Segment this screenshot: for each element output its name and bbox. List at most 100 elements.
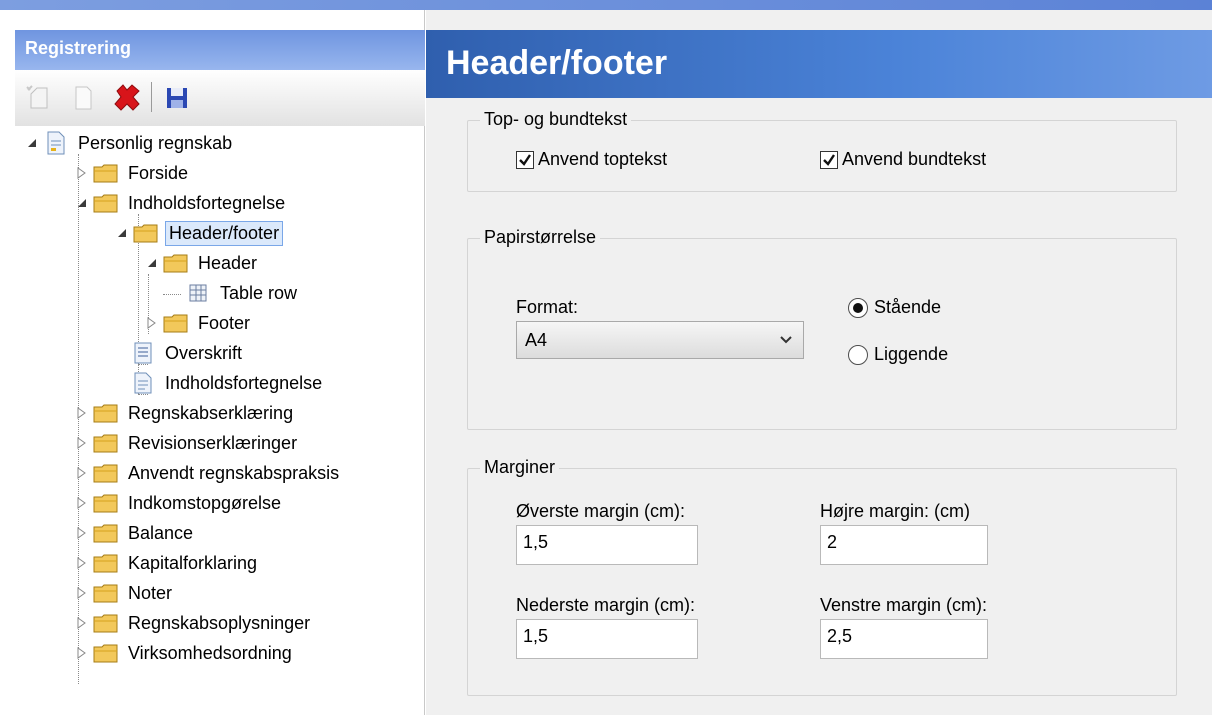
settings-panel: Header/footer Top- og bundtekst Anvend t… [426, 10, 1212, 715]
collapsed-arrow-icon[interactable] [75, 616, 89, 630]
tree-node-noter[interactable]: Noter [75, 578, 175, 608]
collapsed-arrow-icon[interactable] [75, 646, 89, 660]
paper-size-group: Papirstørrelse Format: A4 Stående Liggen… [467, 227, 1177, 430]
tree-node-label: Balance [128, 522, 194, 543]
folder-icon [93, 642, 119, 664]
tree-node-kapitalforklaring[interactable]: Kapitalforklaring [75, 548, 260, 578]
group-legend: Top- og bundtekst [480, 109, 632, 130]
collapsed-arrow-icon[interactable] [75, 406, 89, 420]
collapsed-arrow-icon[interactable] [75, 586, 89, 600]
folder-icon [93, 462, 119, 484]
radio-label: Stående [874, 297, 942, 317]
tree-node-revisionserklaeringer[interactable]: Revisionserklæringer [75, 428, 300, 458]
tree-node-label: Regnskabsoplysninger [128, 612, 311, 633]
tree-node-root[interactable]: Personlig regnskab [25, 128, 235, 158]
tree-node-anvendt-regnskabspraksis[interactable]: Anvendt regnskabspraksis [75, 458, 342, 488]
tree-node-regnskabserklaering[interactable]: Regnskabserklæring [75, 398, 296, 428]
tree-node-label: Table row [220, 282, 298, 303]
folder-icon [163, 312, 189, 334]
tree-node-label: Indholdsfortegnelse [128, 192, 286, 213]
folder-icon [93, 432, 119, 454]
tree-node-virksomhedsordning[interactable]: Virksomhedsordning [75, 638, 295, 668]
collapsed-arrow-icon[interactable] [75, 526, 89, 540]
expanded-arrow-icon[interactable] [25, 136, 39, 150]
table-icon [185, 282, 211, 304]
tree-connector [163, 294, 181, 295]
format-label: Format: [516, 297, 579, 317]
new-item-icon[interactable] [21, 80, 57, 116]
folder-open-icon [133, 222, 159, 244]
expanded-arrow-icon[interactable] [115, 226, 129, 240]
checkbox-label: Anvend bundtekst [842, 149, 987, 169]
right-margin-label: Højre margin: (cm) [820, 501, 971, 521]
window-top-strip [0, 0, 1212, 10]
folder-open-icon [163, 252, 189, 274]
report-icon [43, 131, 69, 155]
tree-node-header[interactable]: Header [145, 248, 260, 278]
tree-node-label: Anvendt regnskabspraksis [128, 462, 340, 483]
tree-node-label: Footer [198, 312, 251, 333]
toolbar-separator [151, 82, 152, 112]
radio-circle[interactable] [848, 297, 868, 318]
collapsed-arrow-icon[interactable] [75, 496, 89, 510]
format-value: A4 [525, 329, 548, 350]
collapsed-arrow-icon[interactable] [75, 466, 89, 480]
checkbox-label: Anvend toptekst [538, 149, 668, 169]
folder-icon [93, 552, 119, 574]
group-legend: Marginer [480, 457, 560, 478]
tree-node-header-footer[interactable]: Header/footer [115, 218, 284, 248]
portrait-radio[interactable]: Stående [848, 297, 941, 318]
tree-node-label: Noter [128, 582, 173, 603]
collapsed-arrow-icon[interactable] [75, 436, 89, 450]
top-margin-label: Øverste margin (cm): [516, 501, 686, 521]
tree-node-indholdsfortegnelse[interactable]: Indholdsfortegnelse [75, 188, 288, 218]
tree-node-label-selected: Header/footer [165, 220, 284, 246]
checkbox-box[interactable] [516, 150, 534, 169]
format-select[interactable]: A4 [516, 321, 804, 359]
tree-node-footer[interactable]: Footer [145, 308, 253, 338]
tree-node-indholdsfortegnelse-doc[interactable]: Indholdsfortegnelse [130, 368, 325, 398]
expanded-arrow-icon[interactable] [75, 196, 89, 210]
document-tree: Personlig regnskab Forside Indholdsforte… [15, 128, 425, 708]
new-document-icon[interactable] [65, 80, 101, 116]
tree-node-label: Overskrift [165, 342, 243, 363]
collapsed-arrow-icon[interactable] [75, 166, 89, 180]
tree-node-regnskabsoplysninger[interactable]: Regnskabsoplysninger [75, 608, 313, 638]
tree-node-table-row[interactable]: Table row [185, 278, 300, 308]
left-margin-input[interactable]: 2,5 [820, 619, 988, 659]
tree-node-label: Forside [128, 162, 189, 183]
delete-icon[interactable] [109, 80, 145, 116]
radio-circle[interactable] [848, 344, 868, 365]
top-margin-input[interactable]: 1,5 [516, 525, 698, 565]
tree-node-label: Header [198, 252, 258, 273]
use-header-checkbox[interactable]: Anvend toptekst [516, 149, 667, 170]
landscape-radio[interactable]: Liggende [848, 344, 948, 365]
tree-node-balance[interactable]: Balance [75, 518, 196, 548]
folder-icon [93, 492, 119, 514]
tree-node-label: Indkomstopgørelse [128, 492, 282, 513]
tree-node-indkomstopgoerelse[interactable]: Indkomstopgørelse [75, 488, 284, 518]
report-icon [130, 372, 156, 394]
use-footer-checkbox[interactable]: Anvend bundtekst [820, 149, 986, 170]
right-margin-input[interactable]: 2 [820, 525, 988, 565]
tree-node-forside[interactable]: Forside [75, 158, 191, 188]
margins-group: Marginer Øverste margin (cm): 1,5 Højre … [467, 457, 1177, 696]
save-icon[interactable] [159, 80, 195, 116]
registration-panel: Registrering Personlig regnskab Forside … [0, 10, 425, 715]
collapsed-arrow-icon[interactable] [145, 316, 159, 330]
checkbox-box[interactable] [820, 150, 838, 169]
radio-label: Liggende [874, 344, 949, 364]
folder-icon [93, 522, 119, 544]
collapsed-arrow-icon[interactable] [75, 556, 89, 570]
folder-icon [93, 582, 119, 604]
chevron-down-icon[interactable] [779, 330, 793, 351]
bottom-margin-input[interactable]: 1,5 [516, 619, 698, 659]
tree-node-overskrift[interactable]: Overskrift [130, 338, 245, 368]
bottom-margin-label: Nederste margin (cm): [516, 595, 696, 615]
tree-node-label: Kapitalforklaring [128, 552, 258, 573]
tree-node-label: Revisionserklæringer [128, 432, 298, 453]
expanded-arrow-icon[interactable] [145, 256, 159, 270]
tree-node-label: Virksomhedsordning [128, 642, 292, 663]
folder-open-icon [93, 192, 119, 214]
folder-icon [93, 612, 119, 634]
